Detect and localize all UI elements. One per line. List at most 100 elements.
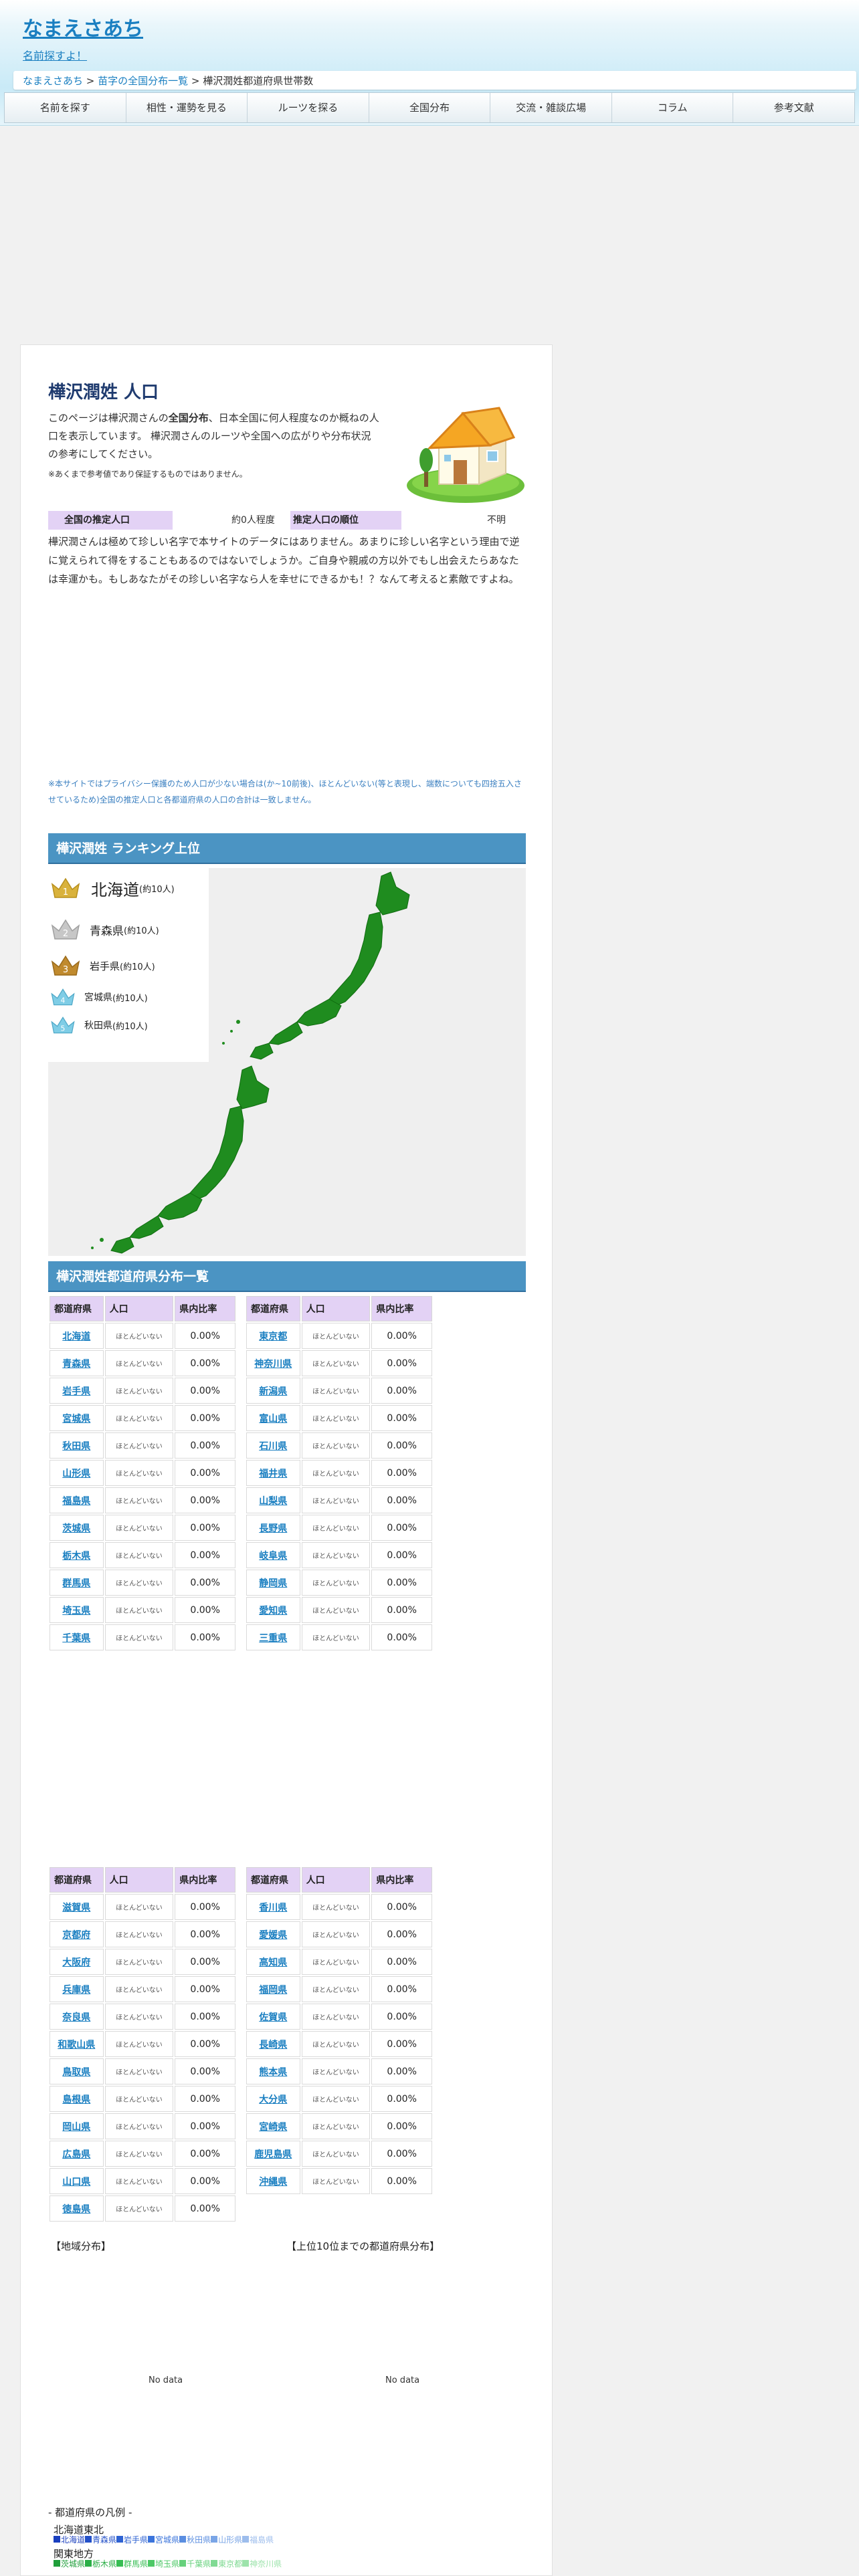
pref-name-link[interactable]: 沖縄県: [246, 2168, 300, 2194]
pref-name-link[interactable]: 長崎県: [246, 2031, 300, 2057]
pref-row: 群馬県 ほとんどいない 0.00%: [50, 1570, 235, 1596]
pref-name-link[interactable]: 広島県: [50, 2141, 104, 2167]
pref-name-link[interactable]: 奈良県: [50, 2004, 104, 2030]
pref-name-link[interactable]: 埼玉県: [50, 1597, 104, 1623]
pref-name-link[interactable]: 山口県: [50, 2168, 104, 2194]
crown-3-number: 3: [63, 965, 68, 975]
legend-pref-label: 千葉県: [187, 2559, 211, 2569]
pref-ratio: 0.00%: [371, 1570, 432, 1596]
nav-item-compatibility[interactable]: 相性・運勢を見る: [126, 93, 248, 122]
nav-item-search-name[interactable]: 名前を探す: [5, 93, 126, 122]
pref-name-link[interactable]: 大阪府: [50, 1949, 104, 1975]
pref-name-link[interactable]: 熊本県: [246, 2058, 300, 2084]
pref-name-link[interactable]: 高知県: [246, 1949, 300, 1975]
rank-1-pref: 北海道: [91, 880, 139, 899]
pref-row: 千葉県 ほとんどいない 0.00%: [50, 1624, 235, 1650]
pref-row: 静岡県 ほとんどいない 0.00%: [246, 1570, 432, 1596]
breadcrumb-home-link[interactable]: なまえさあち: [23, 75, 83, 87]
pref-population: ほとんどいない: [104, 1515, 174, 1541]
pref-population: ほとんどいない: [104, 1542, 174, 1568]
nav-item-distribution[interactable]: 全国分布: [369, 93, 491, 122]
breadcrumb-list-link[interactable]: 苗字の全国分布一覧: [98, 75, 188, 87]
pref-row: 愛媛県 ほとんどいない 0.00%: [246, 1921, 432, 1947]
pref-name-link[interactable]: 東京都: [246, 1323, 300, 1349]
pref-name-link[interactable]: 岡山県: [50, 2113, 104, 2139]
pref-name-link[interactable]: 北海道: [50, 1323, 104, 1349]
col-header-pref: 都道府県: [246, 1867, 300, 1893]
pref-name-link[interactable]: 秋田県: [50, 1432, 104, 1459]
nav-item-references[interactable]: 参考文献: [733, 93, 854, 122]
pref-name-link[interactable]: 宮崎県: [246, 2113, 300, 2139]
breadcrumb-separator: >: [83, 75, 98, 87]
pref-name-link[interactable]: 島根県: [50, 2086, 104, 2112]
pref-name-link[interactable]: 京都府: [50, 1921, 104, 1947]
rank-5-count: (約10人): [112, 1021, 148, 1032]
pref-name-link[interactable]: 千葉県: [50, 1624, 104, 1650]
pref-row: 大分県 ほとんどいない 0.00%: [246, 2086, 432, 2112]
col-header-ratio: 県内比率: [371, 1296, 432, 1321]
pref-name-link[interactable]: 青森県: [50, 1350, 104, 1376]
pref-name-link[interactable]: 山形県: [50, 1460, 104, 1486]
pref-ratio: 0.00%: [175, 1378, 235, 1404]
pref-row: 兵庫県 ほとんどいない 0.00%: [50, 1976, 235, 2002]
pref-name-link[interactable]: 静岡県: [246, 1570, 300, 1596]
pref-ratio: 0.00%: [371, 2004, 432, 2030]
pref-name-link[interactable]: 宮城県: [50, 1405, 104, 1431]
pref-row: 山口県 ほとんどいない 0.00%: [50, 2168, 235, 2194]
pref-row: 和歌山県 ほとんどいない 0.00%: [50, 2031, 235, 2057]
pref-name-link[interactable]: 岩手県: [50, 1378, 104, 1404]
pref-name-link[interactable]: 福島県: [50, 1487, 104, 1513]
pref-ratio: 0.00%: [175, 1894, 235, 1920]
nav-item-column[interactable]: コラム: [612, 93, 734, 122]
pref-population: ほとんどいない: [301, 2058, 371, 2084]
col-header-pref: 都道府県: [50, 1867, 104, 1893]
pref-population: ほとんどいない: [301, 1487, 371, 1513]
pref-name-link[interactable]: 岐阜県: [246, 1542, 300, 1568]
pref-name-link[interactable]: 鳥取県: [50, 2058, 104, 2084]
pref-name-link[interactable]: 山梨県: [246, 1487, 300, 1513]
pref-name-link[interactable]: 鹿児島県: [246, 2141, 300, 2167]
intro-line1-bold: 全国分布: [168, 412, 209, 424]
tagline-link[interactable]: 名前探すよ！: [23, 47, 87, 63]
pref-name-link[interactable]: 栃木県: [50, 1542, 104, 1568]
pref-population: ほとんどいない: [104, 2113, 174, 2139]
pref-ratio: 0.00%: [175, 2031, 235, 2057]
pref-name-link[interactable]: 兵庫県: [50, 1976, 104, 2002]
pref-name-link[interactable]: 長野県: [246, 1515, 300, 1541]
pref-name-link[interactable]: 福岡県: [246, 1976, 300, 2002]
col-header-ratio: 県内比率: [371, 1867, 432, 1893]
crown-3-icon: 3: [51, 955, 80, 976]
pref-name-link[interactable]: 和歌山県: [50, 2031, 104, 2057]
site-title-link[interactable]: なまえさあち: [23, 12, 143, 41]
pref-name-link[interactable]: 大分県: [246, 2086, 300, 2112]
pref-name-link[interactable]: 石川県: [246, 1432, 300, 1459]
pref-population: ほとんどいない: [104, 2195, 174, 2222]
nav-item-forum[interactable]: 交流・雑談広場: [490, 93, 612, 122]
pref-population: ほとんどいない: [104, 2031, 174, 2057]
legend-pref-label: 岩手県: [124, 2535, 149, 2545]
pref-ratio: 0.00%: [175, 2004, 235, 2030]
rank-label: 推定人口の順位: [290, 511, 401, 530]
crown-5-number: 5: [61, 1024, 66, 1033]
pref-name-link[interactable]: 群馬県: [50, 1570, 104, 1596]
pref-name-link[interactable]: 滋賀県: [50, 1894, 104, 1920]
pref-name-link[interactable]: 茨城県: [50, 1515, 104, 1541]
nav-item-roots[interactable]: ルーツを探る: [248, 93, 369, 122]
pref-population: ほとんどいない: [301, 1570, 371, 1596]
pref-name-link[interactable]: 徳島県: [50, 2195, 104, 2222]
pref-population: ほとんどいない: [301, 1921, 371, 1947]
pref-name-link[interactable]: 富山県: [246, 1405, 300, 1431]
pref-row: 長崎県 ほとんどいない 0.00%: [246, 2031, 432, 2057]
pref-name-link[interactable]: 福井県: [246, 1460, 300, 1486]
pref-population: ほとんどいない: [301, 1624, 371, 1650]
pref-ratio: 0.00%: [175, 1570, 235, 1596]
pref-name-link[interactable]: 神奈川県: [246, 1350, 300, 1376]
pref-name-link[interactable]: 新潟県: [246, 1378, 300, 1404]
pref-ratio: 0.00%: [175, 1350, 235, 1376]
pref-name-link[interactable]: 愛媛県: [246, 1921, 300, 1947]
pref-population: ほとんどいない: [301, 1405, 371, 1431]
pref-name-link[interactable]: 佐賀県: [246, 2004, 300, 2030]
pref-name-link[interactable]: 香川県: [246, 1894, 300, 1920]
pref-name-link[interactable]: 三重県: [246, 1624, 300, 1650]
pref-name-link[interactable]: 愛知県: [246, 1597, 300, 1623]
